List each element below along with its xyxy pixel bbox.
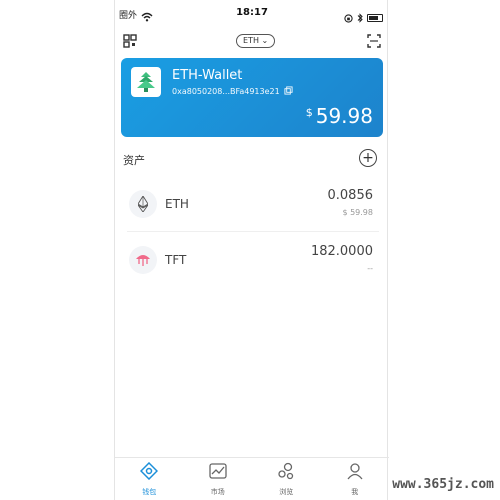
wallet-name: ETH-Wallet [172, 68, 243, 83]
bluetooth-icon [357, 8, 363, 27]
tab-label: 我 [351, 488, 359, 496]
phone-screen: 圈外 18:17 ETH ⌄ ETH-Wallet 0xa8050208...B… [114, 0, 389, 500]
plus-icon: + [362, 150, 374, 166]
assets-title: 资产 [123, 154, 145, 167]
market-icon [209, 462, 227, 484]
network-selector[interactable]: ETH ⌄ [236, 34, 276, 48]
tab-browse[interactable]: 浏览 [252, 458, 321, 500]
bottom-tab-bar: 钱包 市场 浏览 我 [115, 457, 389, 500]
ethereum-icon [129, 190, 157, 218]
wallet-icon [140, 461, 159, 484]
tab-label: 钱包 [142, 488, 157, 496]
profile-icon [346, 462, 364, 484]
token-amount: 0.0856 [327, 188, 374, 203]
wallet-logo-icon [131, 67, 161, 97]
token-fiat-value: -- [367, 264, 373, 273]
tab-wallet[interactable]: 钱包 [115, 458, 184, 500]
token-amount: 182.0000 [310, 244, 373, 259]
currency-symbol: $ [305, 106, 313, 119]
battery-icon [367, 13, 383, 22]
balance-amount: 59.98 [315, 104, 373, 128]
chevron-down-icon: ⌄ [261, 36, 269, 45]
tab-label: 市场 [210, 488, 225, 496]
tab-label: 浏览 [279, 488, 294, 496]
copy-icon[interactable] [284, 86, 293, 97]
qr-code-icon[interactable] [123, 33, 137, 52]
tab-market[interactable]: 市场 [184, 458, 253, 500]
tab-profile[interactable]: 我 [321, 458, 390, 500]
watermark-text: www.365jz.com [392, 477, 494, 492]
top-bar: ETH ⌄ [115, 28, 389, 56]
wallet-balance: $ 59.98 [306, 104, 373, 128]
browse-icon [277, 462, 295, 484]
orientation-lock-icon [344, 8, 353, 27]
token-symbol: TFT [165, 253, 187, 267]
wallet-card[interactable]: ETH-Wallet 0xa8050208...BFa4913e21 $ 59.… [121, 58, 383, 137]
wallet-address-row: 0xa8050208...BFa4913e21 [172, 86, 293, 97]
token-fiat-value: $ 59.98 [342, 208, 373, 217]
token-symbol: ETH [165, 197, 189, 211]
wallet-address: 0xa8050208...BFa4913e21 [172, 87, 280, 96]
tft-icon [129, 246, 157, 274]
status-right-icons [344, 8, 383, 27]
scan-icon[interactable] [367, 33, 381, 52]
token-row-tft[interactable]: TFT 182.0000 -- [127, 234, 379, 288]
status-bar: 圈外 18:17 [115, 0, 389, 28]
network-label: ETH [243, 36, 259, 45]
add-asset-button[interactable]: + [359, 149, 377, 167]
token-row-eth[interactable]: ETH 0.0856 $ 59.98 [127, 178, 379, 232]
